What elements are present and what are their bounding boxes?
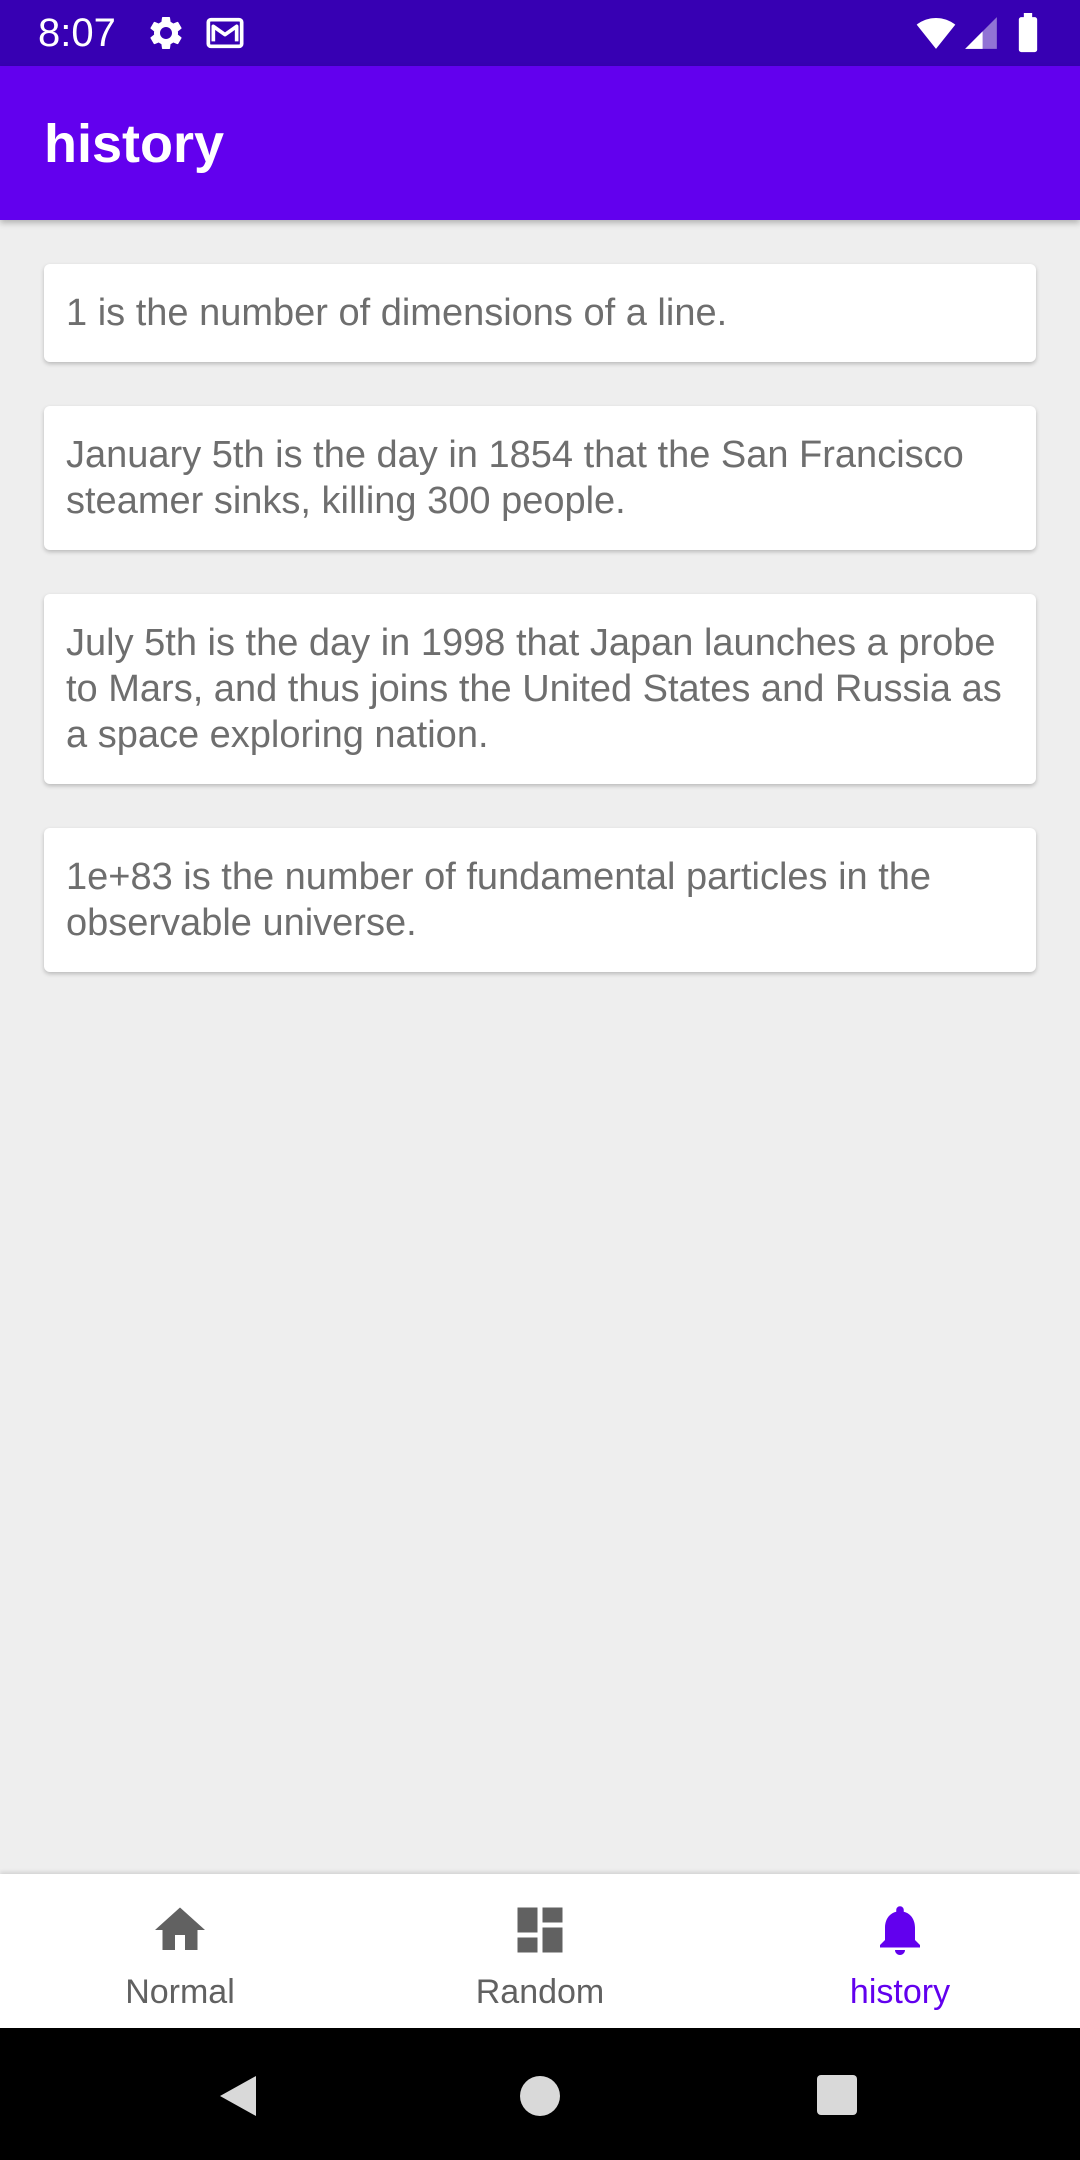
- nav-label-normal: Normal: [125, 1973, 235, 2011]
- history-card-text: January 5th is the day in 1854 that the …: [66, 434, 964, 522]
- system-navigation-bar: [0, 2028, 1080, 2160]
- history-card[interactable]: July 5th is the day in 1998 that Japan l…: [44, 594, 1036, 784]
- app-bar: history: [0, 66, 1080, 220]
- status-time: 8:07: [38, 11, 116, 55]
- home-circle-icon[interactable]: [518, 2074, 562, 2118]
- nav-item-history[interactable]: history: [720, 1874, 1080, 2028]
- nav-item-normal[interactable]: Normal: [0, 1874, 360, 2028]
- battery-icon: [1018, 13, 1038, 53]
- bottom-navigation: Normal Random history: [0, 1874, 1080, 2028]
- nav-item-random[interactable]: Random: [360, 1874, 720, 2028]
- history-card[interactable]: 1e+83 is the number of fundamental parti…: [44, 828, 1036, 972]
- gmail-icon: [206, 17, 244, 49]
- screen: 8:07 history 1 is the number of dimensio…: [0, 0, 1080, 2160]
- gear-icon: [150, 16, 182, 49]
- history-card-text: 1e+83 is the number of fundamental parti…: [66, 856, 932, 944]
- recents-icon[interactable]: [816, 2074, 858, 2116]
- dashboard-icon: [517, 1907, 563, 1953]
- page-title: history: [44, 114, 225, 174]
- history-card-text: July 5th is the day in 1998 that Japan l…: [66, 622, 1002, 756]
- back-icon[interactable]: [216, 2072, 260, 2120]
- wifi-icon: [916, 18, 956, 49]
- nav-label-random: Random: [475, 1973, 605, 2011]
- bell-icon: [880, 1906, 920, 1955]
- signal-icon: [965, 17, 997, 49]
- history-card[interactable]: January 5th is the day in 1854 that the …: [44, 406, 1036, 550]
- status-bar: 8:07: [0, 0, 1080, 66]
- home-icon: [155, 1907, 205, 1950]
- history-card[interactable]: 1 is the number of dimensions of a line.: [44, 264, 1036, 362]
- history-list[interactable]: 1 is the number of dimensions of a line.…: [44, 264, 1036, 1016]
- nav-label-history: history: [849, 1973, 951, 2011]
- history-card-text: 1 is the number of dimensions of a line.: [66, 292, 728, 334]
